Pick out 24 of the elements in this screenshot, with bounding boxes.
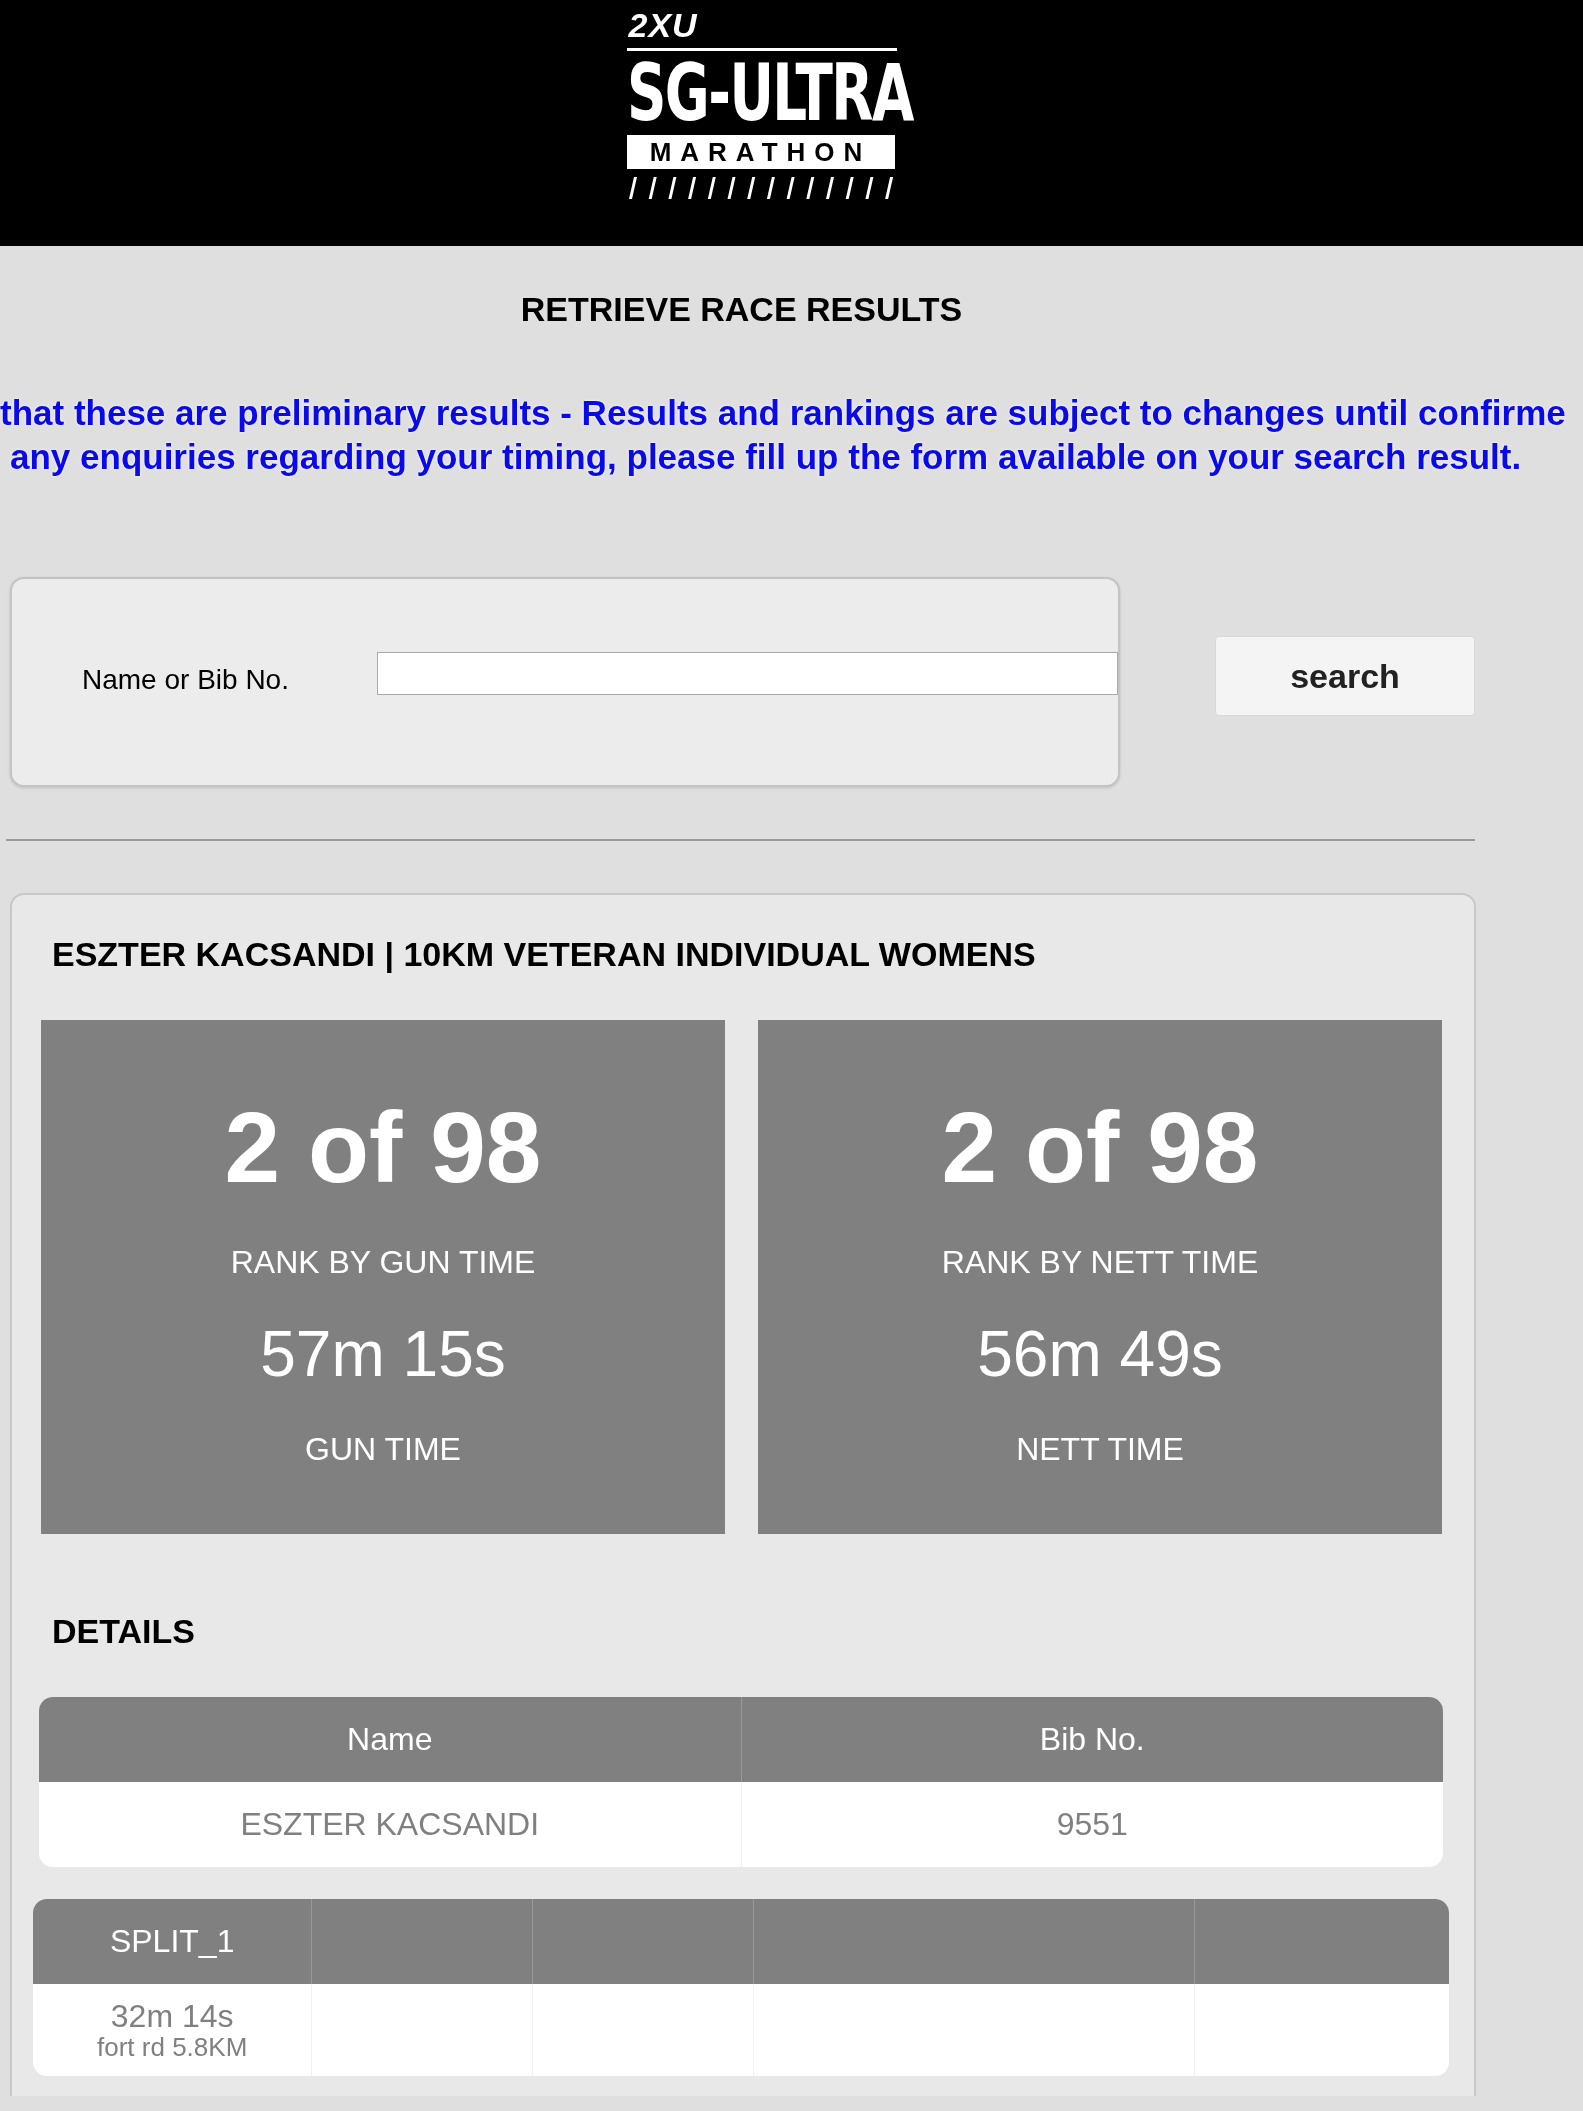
- split-time: 32m 14s: [109, 1999, 235, 2033]
- rank-value: 2 of 98: [941, 1092, 1259, 1202]
- column-header: SPLIT_1: [33, 1899, 312, 1984]
- time-value: 56m 49s: [977, 1317, 1223, 1391]
- column-header: Name: [39, 1697, 741, 1782]
- time-value: 57m 15s: [260, 1317, 506, 1391]
- notice-text: that these are preliminary results - Results and rankings are subject to changes until confirme: [0, 392, 1567, 434]
- field-label: Name or Bib No.: [82, 664, 290, 696]
- search-button[interactable]: search: [1215, 636, 1475, 716]
- rank-label: RANK BY GUN TIME: [230, 1244, 536, 1281]
- section-heading: DETAILS: [51, 1612, 196, 1651]
- result-title: ESZTER KACSANDI | 10KM VETERAN INDIVIDUAL WOMENS: [51, 935, 1037, 974]
- split-location: fort rd 5.8KM: [96, 2033, 249, 2061]
- page-title: RETRIEVE RACE RESULTS: [519, 290, 964, 329]
- table-cell: 9551: [741, 1782, 1443, 1867]
- column-header: Bib No.: [741, 1697, 1443, 1782]
- notice-text: any enquiries regarding your timing, please fill up the form available on your search result.: [9, 436, 1523, 478]
- time-label: GUN TIME: [305, 1431, 461, 1468]
- time-label: NETT TIME: [1016, 1431, 1184, 1468]
- search-field[interactable]: [377, 651, 1118, 695]
- rank-value: 2 of 98: [224, 1092, 542, 1202]
- rank-label: RANK BY NETT TIME: [941, 1244, 1259, 1281]
- event-logo: 2XU SG-ULTRA MARATHON: [626, 8, 917, 199]
- table-cell: ESZTER KACSANDI: [39, 1782, 741, 1867]
